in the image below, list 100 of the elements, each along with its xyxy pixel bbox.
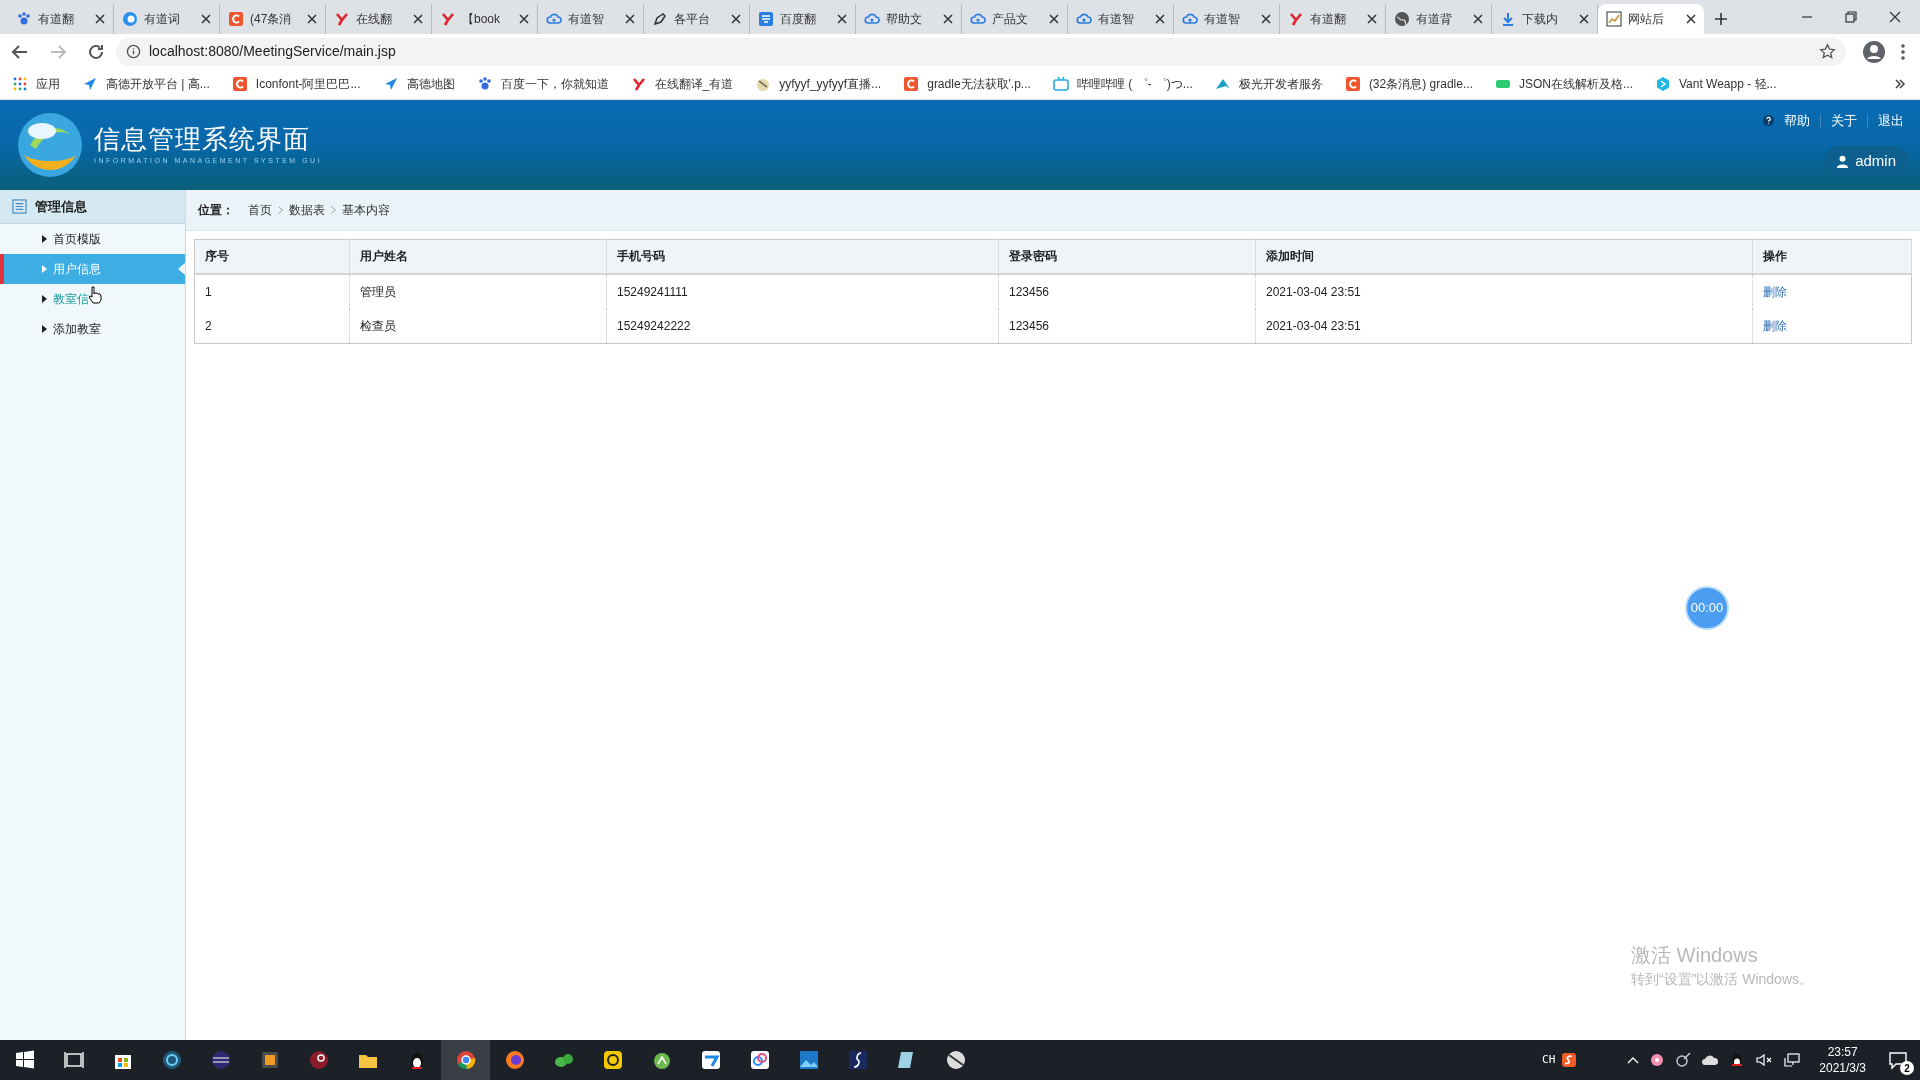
activation-hint: 转到“设置”以激活 Windows。 bbox=[1631, 970, 1813, 989]
column-header: 手机号码 bbox=[606, 239, 999, 274]
chrome-icon[interactable] bbox=[454, 1049, 477, 1071]
column-header: 操作 bbox=[1752, 239, 1912, 274]
close-icon[interactable] bbox=[625, 14, 635, 24]
bookmark[interactable]: 百度一下，你就知道 bbox=[476, 75, 609, 93]
breadcrumb-link[interactable]: 数据表 bbox=[289, 201, 325, 219]
app-title: 信息管理系统界面 bbox=[94, 123, 311, 154]
tab-title: 有道智 bbox=[1204, 11, 1241, 28]
bookmark[interactable]: 在线翻译_有道 bbox=[630, 75, 734, 93]
close-icon[interactable] bbox=[1686, 14, 1696, 24]
fork-mark-icon bbox=[1288, 11, 1304, 27]
chevron-right-icon bbox=[278, 206, 283, 214]
tab-title: 产品文 bbox=[992, 11, 1029, 28]
fox-icon[interactable] bbox=[503, 1049, 526, 1071]
tab-title: 有道智 bbox=[1098, 11, 1135, 28]
bookmark[interactable]: Iconfont-阿里巴巴... bbox=[231, 75, 361, 93]
plus-icon[interactable] bbox=[1714, 12, 1728, 26]
activation-title: 激活 Windows bbox=[1631, 943, 1759, 967]
tab-title: 有道翻 bbox=[1310, 11, 1347, 28]
clock[interactable]: 23:57 2021/3/3 bbox=[1819, 1044, 1866, 1076]
sidebar-item[interactable]: 首页模版 bbox=[0, 224, 185, 254]
sphere-app-icon[interactable] bbox=[209, 1049, 232, 1071]
ring-square-icon[interactable] bbox=[601, 1049, 624, 1071]
header-link[interactable]: 帮助 bbox=[1784, 111, 1810, 131]
browser-tab[interactable]: 网站后 bbox=[1598, 4, 1704, 34]
tab-title: 下载内 bbox=[1522, 11, 1559, 28]
swirl-icon bbox=[122, 11, 138, 27]
sidebar-item[interactable]: 添加教室 bbox=[0, 314, 185, 344]
table-cell: 123456 bbox=[998, 273, 1256, 309]
script-app-icon[interactable] bbox=[846, 1049, 869, 1071]
close-icon[interactable] bbox=[1261, 14, 1271, 24]
info-icon[interactable] bbox=[126, 44, 141, 59]
bookmark[interactable]: 应用 bbox=[12, 75, 60, 93]
table-cell: 15249242222 bbox=[606, 308, 999, 344]
steam-app-icon[interactable] bbox=[307, 1049, 330, 1071]
close-icon[interactable] bbox=[837, 14, 847, 24]
profile-icon[interactable] bbox=[1862, 39, 1886, 64]
tab-title: 有道智 bbox=[568, 11, 605, 28]
volume-muted-icon[interactable] bbox=[1755, 1052, 1774, 1068]
fork-mark-icon bbox=[630, 76, 647, 92]
bookmark[interactable]: 高德开放平台 | 高... bbox=[82, 75, 210, 93]
photo-app-icon[interactable] bbox=[797, 1049, 820, 1071]
table-cell: 2021-03-04 23:51 bbox=[1255, 308, 1753, 344]
bookmark[interactable]: 极光开发者服务 bbox=[1214, 75, 1323, 93]
menu-icon[interactable] bbox=[1900, 42, 1906, 61]
pen-icon bbox=[652, 11, 668, 27]
input-language[interactable]: CH bbox=[1542, 1051, 1556, 1069]
windows-icon[interactable] bbox=[13, 1049, 36, 1071]
address-bar[interactable]: localhost:8080/MeetingService/main.jsp bbox=[116, 37, 1846, 66]
bookmark[interactable]: yyfyyf_yyfyyf直播... bbox=[755, 75, 882, 93]
speech-bubble-icon bbox=[1888, 1050, 1908, 1070]
close-icon[interactable] bbox=[1579, 14, 1589, 24]
input-method-icon[interactable] bbox=[1561, 1052, 1578, 1068]
breadcrumb-link[interactable]: 首页 bbox=[248, 201, 272, 219]
mascot-app-icon[interactable] bbox=[944, 1049, 967, 1071]
bookmark[interactable]: 高德地图 bbox=[382, 75, 455, 93]
tab-title: (47条消 bbox=[250, 11, 293, 28]
close-icon[interactable] bbox=[307, 14, 317, 24]
arrow-app-icon[interactable] bbox=[699, 1049, 722, 1071]
delete-link[interactable]: 删除 bbox=[1763, 284, 1787, 299]
task-view-icon[interactable] bbox=[62, 1049, 85, 1071]
bookmark[interactable]: (32条消息) gradle... bbox=[1344, 75, 1473, 93]
delete-link[interactable]: 删除 bbox=[1763, 318, 1787, 333]
close-icon[interactable] bbox=[731, 14, 741, 24]
flower-icon[interactable] bbox=[1649, 1052, 1666, 1068]
close-icon[interactable] bbox=[943, 14, 953, 24]
tab-title: 有道背 bbox=[1416, 11, 1453, 28]
ring-app-icon[interactable] bbox=[160, 1049, 183, 1071]
close-icon[interactable] bbox=[1473, 14, 1483, 24]
close-icon[interactable] bbox=[1155, 14, 1165, 24]
help-icon[interactable] bbox=[1763, 115, 1774, 127]
close-icon[interactable] bbox=[519, 14, 529, 24]
network-icon[interactable] bbox=[1783, 1052, 1802, 1068]
restore-icon[interactable] bbox=[1844, 10, 1858, 24]
bookmark[interactable]: JSON在线解析及格... bbox=[1494, 75, 1633, 93]
close-icon[interactable] bbox=[95, 14, 105, 24]
close-icon[interactable] bbox=[413, 14, 423, 24]
column-header: 添加时间 bbox=[1255, 239, 1753, 274]
bookmark[interactable]: 哔哩哔哩 ( ゜- ゜)つ... bbox=[1052, 75, 1193, 93]
close-window-icon[interactable] bbox=[1888, 10, 1902, 24]
bookmark[interactable]: Vant Weapp - 轻... bbox=[1654, 75, 1777, 93]
header-link[interactable]: 退出 bbox=[1878, 111, 1904, 131]
breadcrumb-link[interactable]: 基本内容 bbox=[342, 201, 390, 219]
tab-title: 百度翻 bbox=[780, 11, 817, 28]
close-icon[interactable] bbox=[1049, 14, 1059, 24]
notification-button[interactable]: 2 bbox=[1876, 1040, 1920, 1080]
header-link[interactable]: 关于 bbox=[1831, 111, 1857, 131]
chevron-icon[interactable] bbox=[1894, 78, 1906, 90]
close-icon[interactable] bbox=[1367, 14, 1377, 24]
caret-icon bbox=[42, 265, 47, 273]
close-icon[interactable] bbox=[201, 14, 211, 24]
square-logo-icon bbox=[228, 11, 244, 27]
satellite-icon[interactable] bbox=[1675, 1052, 1692, 1068]
star-icon[interactable] bbox=[1819, 43, 1836, 60]
bookmark[interactable]: gradle无法获取'.p... bbox=[903, 75, 1031, 93]
cloud-icon bbox=[970, 11, 986, 27]
rings-app-icon[interactable] bbox=[748, 1049, 771, 1071]
user-pill[interactable]: admin bbox=[1824, 146, 1908, 176]
fork-mark-icon bbox=[440, 11, 456, 27]
